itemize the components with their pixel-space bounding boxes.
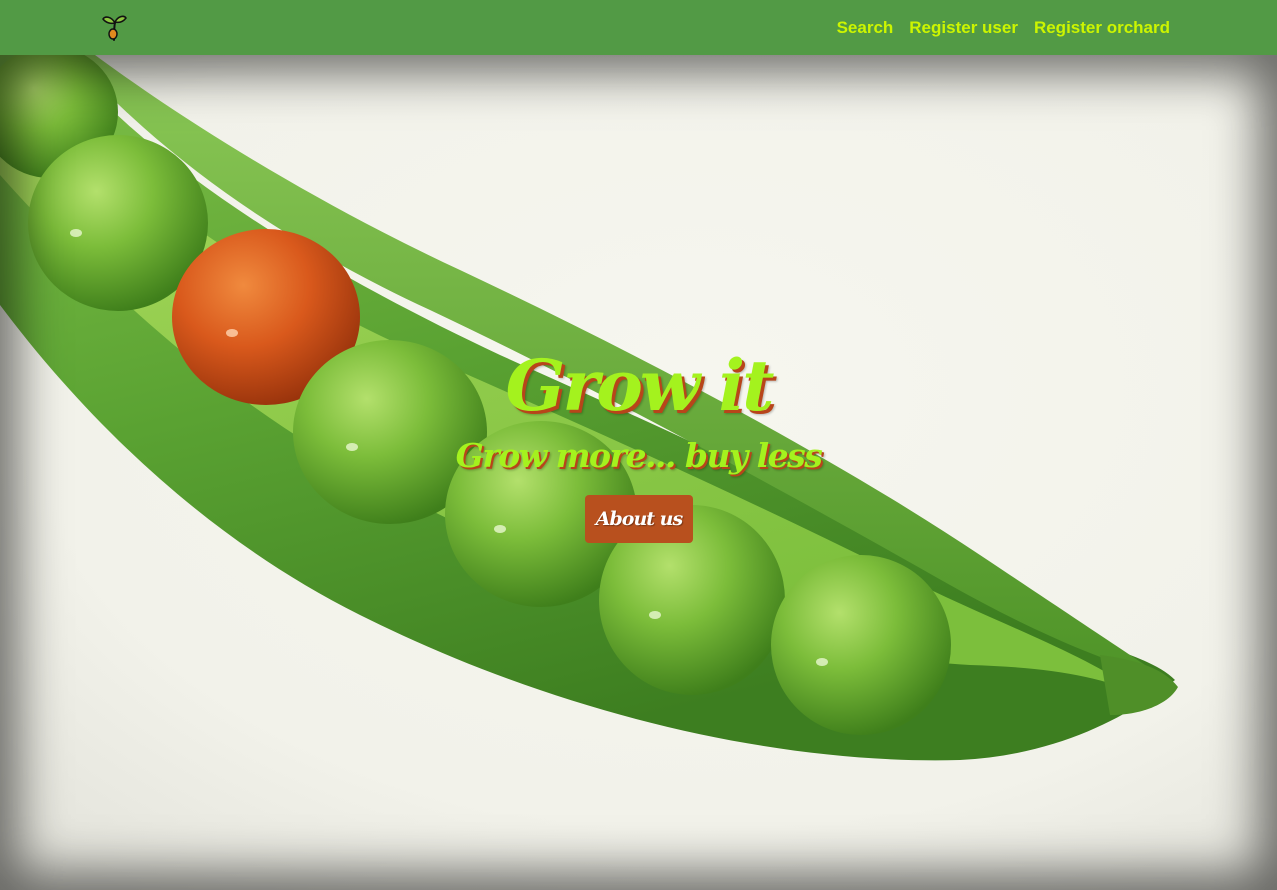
top-navbar: Search Register user Register orchard xyxy=(0,0,1277,55)
hero-title: Grow it xyxy=(505,344,775,427)
hero-section: Grow it Grow more... buy less About us xyxy=(0,55,1277,890)
nav-link-register-orchard[interactable]: Register orchard xyxy=(1034,18,1170,38)
sprout-logo-icon[interactable] xyxy=(101,13,127,41)
nav-links: Search Register user Register orchard xyxy=(837,0,1170,55)
page: Search Register user Register orchard Gr… xyxy=(0,0,1277,890)
about-us-button[interactable]: About us xyxy=(585,495,693,543)
hero-subtitle: Grow more... buy less xyxy=(455,436,823,475)
nav-link-search[interactable]: Search xyxy=(837,18,894,38)
nav-link-register-user[interactable]: Register user xyxy=(909,18,1018,38)
